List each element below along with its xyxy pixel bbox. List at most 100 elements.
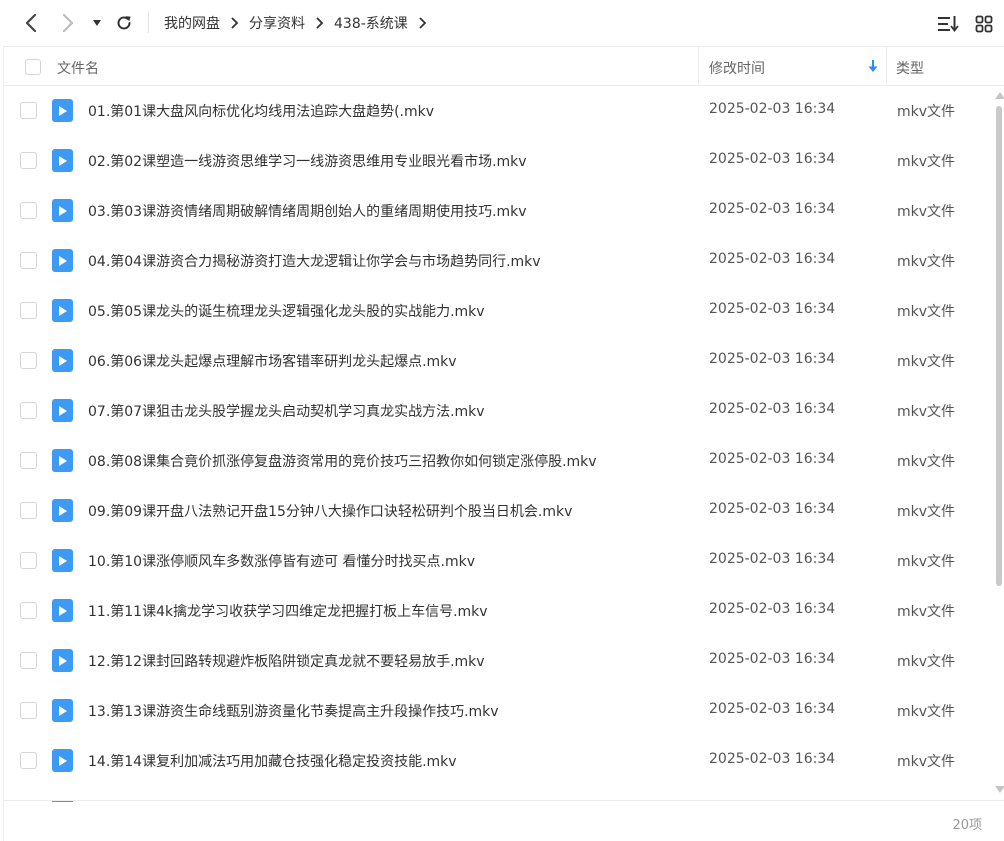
column-divider[interactable] [698,47,699,85]
chevron-right-icon [230,17,239,29]
file-type: mkv文件 [897,654,956,670]
file-name[interactable]: 09.第09课开盘八法熟记开盘15分钟八大操作口诀轻松研判个股当日机会.mkv [88,501,572,521]
file-list: 01.第01课大盘风向标优化均线用法追踪大盘趋势(.mkv 2025-02-03 … [4,86,994,800]
file-modified-time: 2025-02-03 16:34 [709,601,836,617]
table-row[interactable]: 06.第06课龙头起爆点理解市场客错率研判龙头起爆点.mkv 2025-02-03… [4,336,994,386]
file-name[interactable]: 12.第12课封回路转规避炸板陷阱锁定真龙就不要轻易放手.mkv [88,651,485,671]
breadcrumb-item-current[interactable]: 438-系统课 [334,13,408,33]
scroll-down-arrow[interactable] [995,786,1004,793]
column-header-name[interactable]: 文件名 [57,58,99,78]
row-checkbox[interactable] [20,302,37,319]
select-all-checkbox[interactable] [25,59,41,75]
file-name[interactable]: 07.第07课狙击龙头股学握龙头启动契机学习真龙实战方法.mkv [88,401,485,421]
table-row[interactable]: 14.第14课复利加减法巧用加藏仓技强化稳定投资技能.mkv 2025-02-03… [4,736,994,786]
breadcrumb-item-shared[interactable]: 分享资料 [249,13,305,33]
table-row[interactable]: 09.第09课开盘八法熟记开盘15分钟八大操作口诀轻松研判个股当日机会.mkv 2… [4,486,994,536]
file-name[interactable]: 03.第03课游资情绪周期破解情绪周期创始人的重绪周期使用技巧.mkv [88,201,527,221]
row-checkbox[interactable] [20,402,37,419]
file-type: mkv文件 [897,454,956,470]
video-file-icon [52,599,73,622]
file-name[interactable]: 10.第10课涨停顺风车多数涨停皆有迹可 看懂分时找买点.mkv [88,551,475,571]
file-name[interactable]: 14.第14课复利加减法巧用加藏仓技强化稳定投资技能.mkv [88,751,457,771]
table-row[interactable]: 02.第02课塑造一线游资思维学习一线游资思维用专业眼光看市场.mkv 2025-… [4,136,994,186]
column-header-modified[interactable]: 修改时间 [709,58,765,78]
video-file-icon [52,449,73,472]
video-file-icon [52,349,73,372]
video-file-icon [52,549,73,572]
file-name[interactable]: 06.第06课龙头起爆点理解市场客错率研判龙头起爆点.mkv [88,351,457,371]
file-type: mkv文件 [897,254,956,270]
file-name[interactable]: 04.第04课游资合力揭秘游资打造大龙逻辑让你学会与市场趋势同行.mkv [88,251,541,271]
video-file-icon [52,399,73,422]
file-name[interactable]: 13.第13课游资生命线甄别游资量化节奏提高主升段操作技巧.mkv [88,701,499,721]
scroll-up-arrow[interactable] [995,92,1004,99]
table-row[interactable]: 13.第13课游资生命线甄别游资量化节奏提高主升段操作技巧.mkv 2025-02… [4,686,994,736]
toolbar: 我的网盘 分享资料 438-系统课 [0,0,1004,46]
history-dropdown-button[interactable] [86,11,108,35]
row-checkbox[interactable] [20,102,37,119]
forward-button[interactable] [56,11,80,35]
row-checkbox[interactable] [20,502,37,519]
sort-button[interactable] [936,12,960,36]
row-checkbox[interactable] [20,352,37,369]
column-divider[interactable] [886,47,887,85]
file-modified-time: 2025-02-03 16:34 [709,251,836,267]
table-row[interactable]: 11.第11课4k擒龙学习收获学习四维定龙把握打板上车信号.mkv 2025-02… [4,586,994,636]
file-modified-time: 2025-02-03 16:34 [709,101,836,117]
file-name[interactable]: 05.第05课龙头的诞生梳理龙头逻辑强化龙头股的实战能力.mkv [88,301,485,321]
file-type: mkv文件 [897,354,956,370]
row-checkbox[interactable] [20,152,37,169]
file-name[interactable]: 08.第08课集合竟价抓涨停复盘游资常用的竞价技巧三招教你如何锁定涨停股.mkv [88,451,597,471]
table-row[interactable]: 04.第04课游资合力揭秘游资打造大龙逻辑让你学会与市场趋势同行.mkv 2025… [4,236,994,286]
back-button[interactable] [19,11,43,35]
row-checkbox[interactable] [20,602,37,619]
table-row[interactable]: 01.第01课大盘风向标优化均线用法追踪大盘趋势(.mkv 2025-02-03 … [4,86,994,136]
table-row[interactable]: 03.第03课游资情绪周期破解情绪周期创始人的重绪周期使用技巧.mkv 2025-… [4,186,994,236]
status-bar: 20项 [4,800,1004,841]
file-type: mkv文件 [897,304,956,320]
video-file-icon [52,249,73,272]
file-type: mkv文件 [897,604,956,620]
vertical-scrollbar[interactable] [994,86,1004,800]
file-modified-time: 2025-02-03 16:34 [709,751,836,767]
item-count: 20项 [952,818,982,833]
file-modified-time: 2025-02-03 16:34 [709,301,836,317]
row-checkbox[interactable] [20,452,37,469]
row-checkbox[interactable] [20,702,37,719]
row-checkbox[interactable] [20,202,37,219]
table-row[interactable]: 07.第07课狙击龙头股学握龙头启动契机学习真龙实战方法.mkv 2025-02-… [4,386,994,436]
video-file-icon [52,499,73,522]
file-modified-time: 2025-02-03 16:34 [709,201,836,217]
file-modified-time: 2025-02-03 16:34 [709,451,836,467]
video-file-icon [52,299,73,322]
file-type: mkv文件 [897,554,956,570]
table-row[interactable]: 05.第05课龙头的诞生梳理龙头逻辑强化龙头股的实战能力.mkv 2025-02-… [4,286,994,336]
toolbar-divider [148,11,149,33]
breadcrumb-item-root[interactable]: 我的网盘 [164,13,220,33]
chevron-right-icon [315,17,324,29]
file-name[interactable]: 01.第01课大盘风向标优化均线用法追踪大盘趋势(.mkv [88,101,434,121]
row-checkbox[interactable] [20,652,37,669]
file-name[interactable]: 11.第11课4k擒龙学习收获学习四维定龙把握打板上车信号.mkv [88,601,488,621]
table-row[interactable]: 12.第12课封回路转规避炸板陷阱锁定真龙就不要轻易放手.mkv 2025-02-… [4,636,994,686]
scrollbar-thumb[interactable] [996,106,1002,586]
sort-down-arrow-icon[interactable] [868,59,878,73]
grid-view-button[interactable] [972,12,996,36]
breadcrumb: 我的网盘 分享资料 438-系统课 [164,12,437,34]
table-row[interactable]: 08.第08课集合竟价抓涨停复盘游资常用的竞价技巧三招教你如何锁定涨停股.mkv… [4,436,994,486]
video-file-icon [52,649,73,672]
file-name[interactable]: 02.第02课塑造一线游资思维学习一线游资思维用专业眼光看市场.mkv [88,151,527,171]
column-header-type[interactable]: 类型 [896,58,924,78]
file-type: mkv文件 [897,104,956,120]
video-file-icon [52,149,73,172]
row-checkbox[interactable] [20,552,37,569]
table-row[interactable]: 10.第10课涨停顺风车多数涨停皆有迹可 看懂分时找买点.mkv 2025-02-… [4,536,994,586]
row-checkbox[interactable] [20,252,37,269]
file-modified-time: 2025-02-03 16:34 [709,701,836,717]
chevron-right-icon[interactable] [418,17,427,29]
video-file-icon [52,99,73,122]
file-modified-time: 2025-02-03 16:34 [709,151,836,167]
refresh-button[interactable] [112,11,136,35]
row-checkbox[interactable] [20,752,37,769]
file-modified-time: 2025-02-03 16:34 [709,401,836,417]
